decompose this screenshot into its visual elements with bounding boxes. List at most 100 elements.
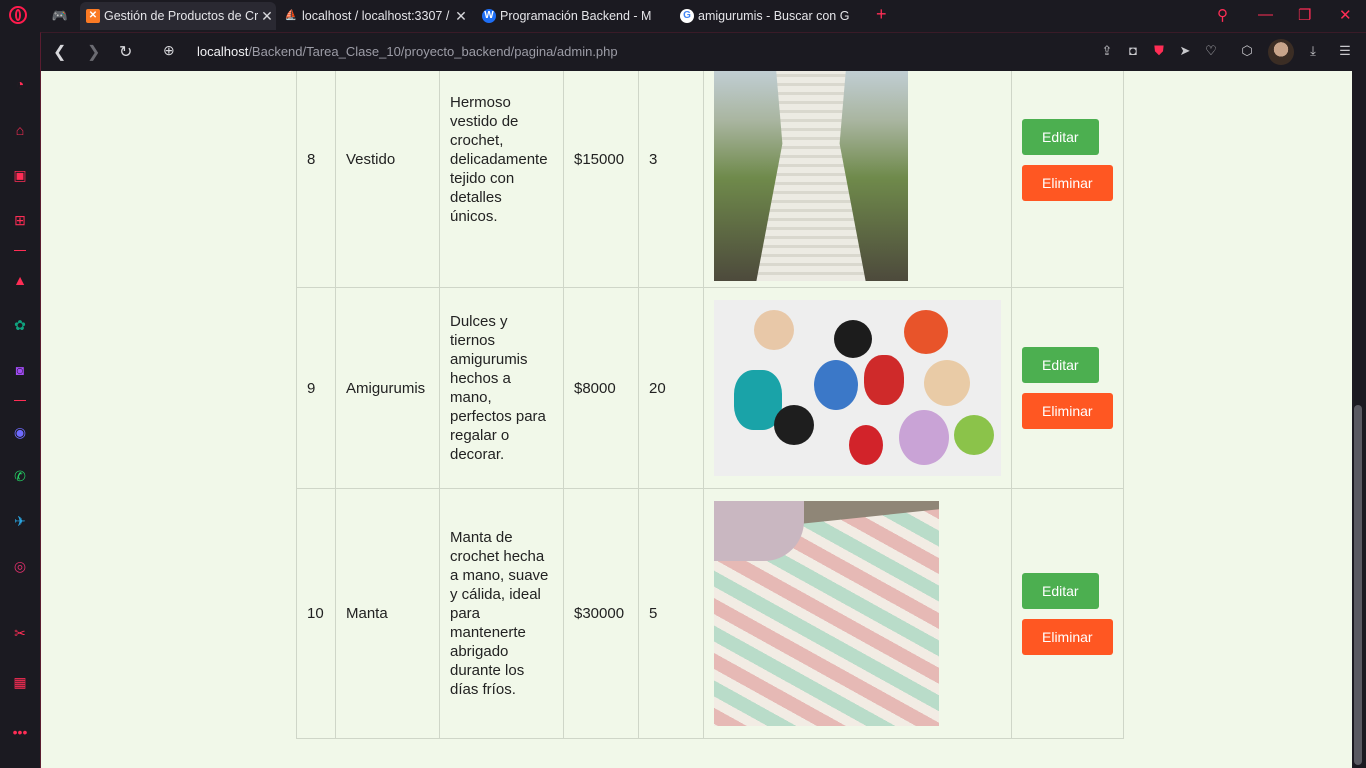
tab-title: localhost / localhost:3307 / [302, 9, 450, 23]
url-field[interactable]: localhost/Backend/Tarea_Clase_10/proyect… [197, 44, 618, 59]
chatsonic-icon[interactable]: ◙ [10, 360, 30, 380]
product-stock: 20 [638, 287, 704, 489]
doll-body [849, 425, 883, 465]
instagram-icon[interactable]: ◎ [10, 556, 30, 576]
close-window-icon[interactable]: ✕ [1339, 6, 1352, 24]
back-icon[interactable]: ❮ [53, 42, 66, 62]
product-stock: 5 [638, 488, 704, 739]
telegram-icon[interactable]: ✈ [10, 511, 30, 531]
chatgpt-icon[interactable]: ✿ [10, 315, 30, 335]
product-name: Manta [335, 488, 440, 739]
product-image-cell [703, 287, 1012, 489]
product-description: Manta de crochet hecha a mano, suave y c… [439, 488, 564, 739]
tab-title: amigurumis - Buscar con G [698, 9, 850, 23]
products-table: 8 Vestido Hermoso vestido de crochet, de… [296, 71, 1124, 739]
shopping-bag-icon[interactable]: ⌂ [10, 120, 30, 140]
reload-icon[interactable]: ↻ [119, 42, 132, 62]
doll-head [904, 310, 948, 354]
image-gallery-icon[interactable]: ▦ [10, 672, 30, 692]
tab-bar: 🎮 ✕ Gestión de Productos de Cr ✕ ⛵ local… [0, 0, 1366, 32]
messenger-icon[interactable]: ◉ [10, 422, 30, 442]
product-name: Amigurumis [335, 287, 440, 489]
opera-menu-icon[interactable] [9, 6, 27, 24]
downloads-icon[interactable]: ⤓ [1305, 43, 1321, 59]
restore-icon[interactable]: ❐ [1298, 6, 1311, 24]
address-bar: ❮ ❯ ↻ ⊕ localhost/Backend/Tarea_Clase_10… [40, 32, 1366, 71]
product-description: Dulces y tiernos amigurumis hechos a man… [439, 287, 564, 489]
product-image-cell [703, 488, 1012, 739]
search-icon[interactable]: ⚲ [1217, 6, 1228, 24]
delete-button[interactable]: Eliminar [1022, 618, 1113, 655]
easy-setup-icon[interactable]: ☰ [1337, 43, 1353, 59]
url-path: /Backend/Tarea_Clase_10/proyecto_backend… [248, 44, 618, 59]
send-icon[interactable]: ➤ [1177, 43, 1193, 59]
speed-dial-icon[interactable]: ◔ [10, 74, 30, 94]
new-tab-icon[interactable]: + [876, 4, 887, 25]
webex-icon: W [482, 9, 496, 23]
delete-button[interactable]: Eliminar [1022, 164, 1113, 201]
product-price: $30000 [563, 488, 639, 739]
product-name: Vestido [335, 71, 440, 288]
tab-google-amigurumis[interactable]: G amigurumis - Buscar con G [674, 2, 870, 30]
table-row: 9 Amigurumis Dulces y tiernos amigurumis… [296, 287, 1124, 489]
tab-title: Gestión de Productos de Cr [104, 9, 258, 23]
whatsapp-icon[interactable]: ✆ [10, 466, 30, 486]
edit-button[interactable]: Editar [1022, 347, 1099, 383]
edit-button[interactable]: Editar [1022, 572, 1099, 609]
product-id: 8 [296, 71, 336, 288]
doll-body [814, 360, 858, 410]
crocheted-blanket-photo [714, 501, 939, 726]
doll-body [864, 355, 904, 405]
more-icon[interactable]: ••• [10, 722, 30, 742]
product-price: $8000 [563, 287, 639, 489]
snapshot-icon[interactable]: ◘ [1125, 43, 1141, 59]
sidebar-divider [14, 250, 26, 251]
close-tab-icon[interactable]: ✕ [452, 8, 470, 25]
forward-icon[interactable]: ❯ [87, 42, 100, 62]
avatar[interactable] [1268, 39, 1294, 65]
url-host: localhost [197, 44, 249, 59]
doll-head [924, 360, 970, 406]
product-image-cell [703, 71, 1012, 288]
doll-head [834, 320, 872, 358]
product-price: $15000 [563, 71, 639, 288]
google-icon: G [680, 9, 694, 23]
ai-chip-icon[interactable]: ⊞ [10, 210, 30, 230]
crypto-wallet-icon[interactable]: ✂ [10, 623, 30, 643]
actions-cell: Editar Eliminar [1011, 71, 1124, 288]
twitch-icon[interactable]: ▣ [10, 165, 30, 185]
sidebar: ◔ ⌂ ▣ ⊞ ▲ ✿ ◙ ◉ ✆ ✈ ◎ ✂ ▦ ••• [0, 70, 41, 768]
scrollbar-thumb[interactable] [1354, 405, 1362, 765]
doll-body [899, 410, 949, 465]
minimize-icon[interactable]: — [1258, 6, 1273, 23]
doll-head [774, 405, 814, 445]
edit-button[interactable]: Editar [1022, 118, 1099, 155]
gx-corner-icon[interactable]: 🎮 [48, 6, 72, 26]
crocheted-white-dress-photo [714, 71, 908, 281]
actions-cell: Editar Eliminar [1011, 287, 1124, 489]
tab-title: Programación Backend - M [500, 9, 652, 23]
amigurumi-dolls-photo [714, 300, 1001, 476]
table-row: 8 Vestido Hermoso vestido de crochet, de… [296, 71, 1124, 288]
product-stock: 3 [638, 71, 704, 288]
share-icon[interactable]: ⇪ [1099, 43, 1115, 59]
page-content: 8 Vestido Hermoso vestido de crochet, de… [41, 71, 1352, 768]
tab-phpmyadmin[interactable]: ⛵ localhost / localhost:3307 / ✕ [278, 2, 470, 30]
sidebar-divider [14, 400, 26, 401]
adblock-shield-icon[interactable]: ⛊ [1151, 43, 1167, 59]
product-id: 9 [296, 287, 336, 489]
xampp-icon: ✕ [86, 9, 100, 23]
dress-shape [756, 71, 866, 281]
actions-cell: Editar Eliminar [1011, 488, 1124, 739]
phpmyadmin-icon: ⛵ [284, 10, 298, 21]
delete-button[interactable]: Eliminar [1022, 393, 1113, 429]
site-info-icon[interactable]: ⊕ [163, 42, 175, 59]
tab-programacion-backend[interactable]: W Programación Backend - M [476, 2, 672, 30]
close-tab-icon[interactable]: ✕ [258, 8, 276, 25]
heart-icon[interactable]: ♡ [1203, 43, 1219, 59]
tab-gestion-productos[interactable]: ✕ Gestión de Productos de Cr ✕ [80, 2, 276, 30]
aria-icon[interactable]: ▲ [10, 270, 30, 290]
product-description: Hermoso vestido de crochet, delicadament… [439, 71, 564, 288]
doll-head [754, 310, 794, 350]
cube-icon[interactable]: ⬡ [1239, 43, 1255, 59]
